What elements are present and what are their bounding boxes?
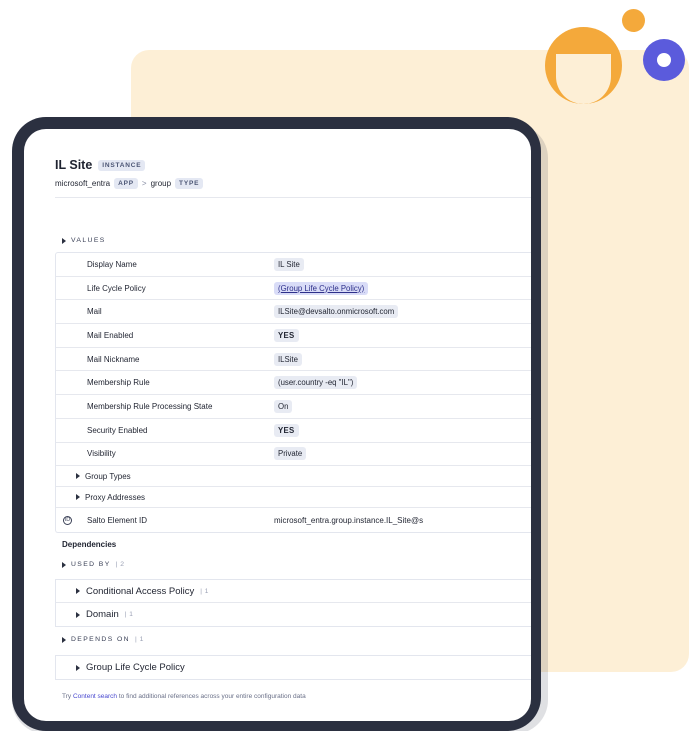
caret-right-icon: [62, 237, 66, 244]
header-divider: [55, 197, 531, 198]
list-item[interactable]: Conditional Access Policy | 1: [56, 580, 531, 603]
footer-suffix: to find additional references across you…: [118, 693, 306, 700]
breadcrumb-separator: >: [141, 179, 147, 188]
footer-hint: Try Content search to find additional re…: [62, 693, 306, 700]
row-key: Membership Rule: [87, 378, 150, 388]
values-toggle[interactable]: VALUES: [62, 237, 106, 244]
caret-right-icon: [76, 588, 80, 594]
list-item[interactable]: Domain | 1: [56, 603, 531, 626]
caret-right-icon: [62, 636, 66, 643]
used-by-list: Conditional Access Policy | 1 Domain | 1: [55, 579, 531, 627]
row-key: Mail Enabled: [87, 330, 134, 340]
table-row: Display Name IL Site: [56, 253, 531, 277]
used-by-toggle[interactable]: USED BY | 2: [62, 561, 125, 568]
life-cycle-policy-link[interactable]: (Group Life Cycle Policy): [274, 281, 369, 295]
row-value: ILSite: [274, 352, 302, 366]
table-row: Visibility Private: [56, 443, 531, 467]
list-item[interactable]: Group Life Cycle Policy: [56, 656, 531, 679]
breadcrumb: microsoft_entra APP > group TYPE: [55, 178, 204, 189]
id-icon: ID: [63, 515, 72, 525]
row-value: Private: [274, 447, 307, 461]
table-row: Life Cycle Policy (Group Life Cycle Poli…: [56, 277, 531, 301]
row-key: Membership Rule Processing State: [87, 401, 213, 411]
table-row: Security Enabled YES: [56, 419, 531, 443]
row-key: Salto Element ID: [87, 515, 148, 525]
depends-on-list: Group Life Cycle Policy: [55, 655, 531, 680]
depends-on-label: DEPENDS ON: [71, 636, 130, 643]
row-value: IL Site: [274, 257, 304, 271]
screen: IL Site INSTANCE microsoft_entra APP > g…: [24, 129, 531, 721]
caret-right-icon: [76, 473, 80, 480]
item-count: | 1: [200, 587, 209, 595]
row-key: Security Enabled: [87, 425, 148, 435]
caret-right-icon: [76, 611, 80, 618]
item-label: Conditional Access Policy: [86, 585, 195, 597]
blue-ring-decor: [643, 39, 685, 81]
app-badge: APP: [114, 178, 138, 189]
row-value: (user.country -eq "IL"): [274, 376, 358, 390]
decor-dot: [622, 9, 645, 32]
row-key: Visibility: [87, 449, 116, 459]
row-key: Mail Nickname: [87, 354, 140, 364]
element-id-value: microsoft_entra.group.instance.IL_Site@s: [274, 515, 424, 525]
caret-right-icon: [62, 561, 66, 568]
values-table: Display Name IL Site Life Cycle Policy (…: [55, 252, 531, 533]
instance-badge: INSTANCE: [98, 159, 146, 171]
row-key: Life Cycle Policy: [87, 283, 146, 293]
smile-face-decor: [545, 27, 622, 104]
row-key: Mail: [87, 307, 102, 317]
table-row: Mail Enabled YES: [56, 324, 531, 348]
table-row: ID Salto Element ID microsoft_entra.grou…: [56, 508, 531, 532]
row-value: YES: [274, 328, 299, 342]
footer-prefix: Try: [62, 693, 72, 700]
row-key: Proxy Addresses: [85, 492, 146, 502]
depends-on-toggle[interactable]: DEPENDS ON | 1: [62, 636, 144, 643]
proxy-addresses-row[interactable]: Proxy Addresses: [56, 487, 531, 509]
row-value: On: [274, 399, 293, 413]
row-value: YES: [274, 423, 299, 437]
table-row: Membership Rule (user.country -eq "IL"): [56, 371, 531, 396]
row-value: ILSite@devsalto.onmicrosoft.com: [274, 305, 399, 319]
group-types-row[interactable]: Group Types: [56, 466, 531, 488]
table-row: Membership Rule Processing State On: [56, 395, 531, 419]
used-by-count: | 2: [115, 561, 125, 568]
content-search-link[interactable]: Content search: [73, 693, 117, 700]
values-label: VALUES: [71, 237, 106, 244]
item-label: Group Life Cycle Policy: [86, 662, 185, 673]
caret-right-icon: [76, 664, 80, 671]
table-row: Mail ILSite@devsalto.onmicrosoft.com: [56, 300, 531, 325]
item-label: Domain: [86, 609, 119, 620]
breadcrumb-app[interactable]: microsoft_entra: [55, 179, 110, 188]
caret-right-icon: [76, 494, 80, 501]
row-key: Group Types: [85, 471, 131, 481]
page-header: IL Site INSTANCE microsoft_entra APP > g…: [55, 158, 204, 189]
dependencies-title: Dependencies: [62, 540, 117, 549]
depends-on-count: | 1: [134, 636, 144, 643]
breadcrumb-type[interactable]: group: [151, 179, 171, 188]
row-key: Display Name: [87, 259, 137, 269]
type-badge: TYPE: [175, 178, 204, 189]
page-title: IL Site: [55, 158, 93, 172]
table-row: Mail Nickname ILSite: [56, 348, 531, 372]
used-by-label: USED BY: [71, 561, 111, 568]
item-count: | 1: [124, 611, 134, 618]
